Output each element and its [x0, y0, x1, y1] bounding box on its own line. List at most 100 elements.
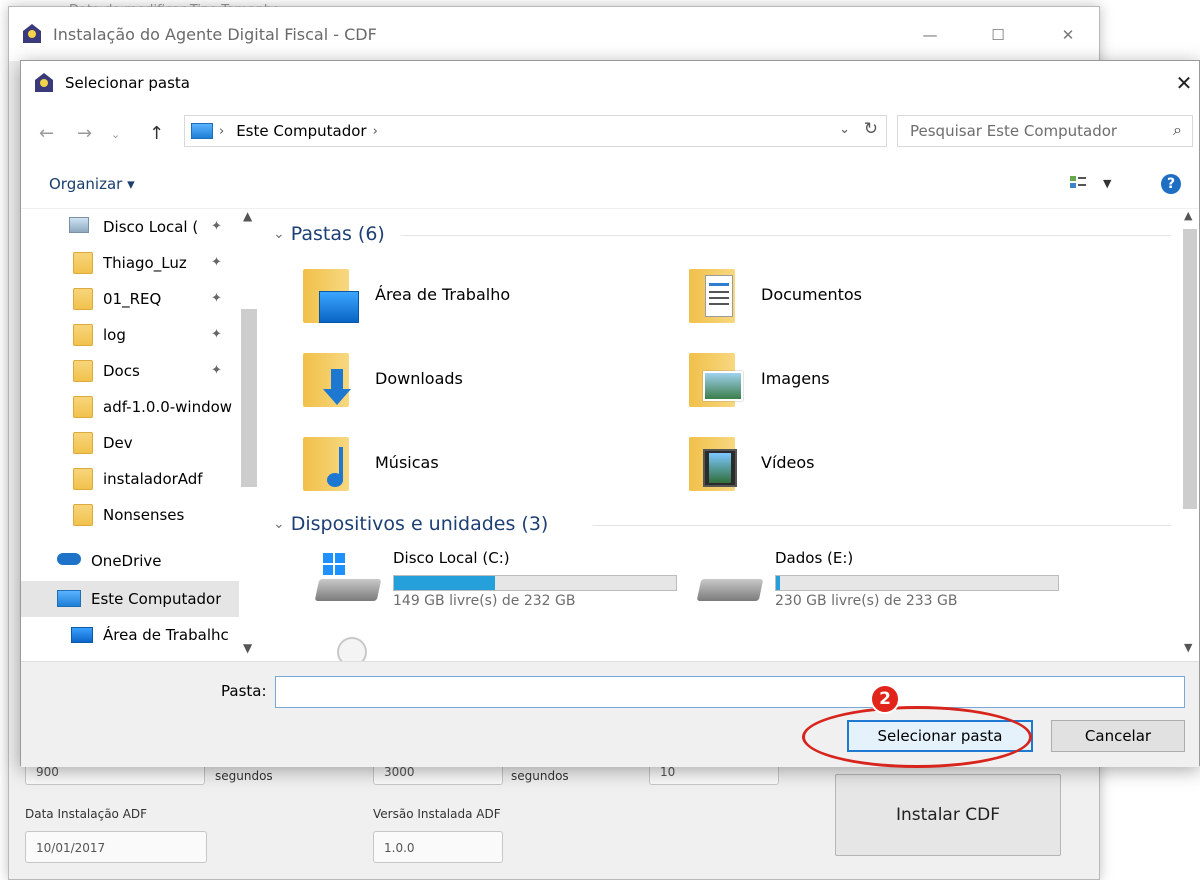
drive-name: Dados (E:)	[775, 549, 854, 567]
recent-dropdown-icon[interactable]: ⌄	[111, 128, 120, 141]
breadcrumb-este-computador[interactable]: Este Computador	[236, 122, 366, 140]
folder-tile-videos[interactable]: Vídeos	[687, 427, 1047, 497]
nav-item-adf[interactable]: adf-1.0.0-window	[21, 389, 239, 425]
folder-name: Músicas	[375, 452, 439, 472]
drive-tile-c[interactable]: Disco Local (C:) 149 GB livre(s) de 232 …	[314, 549, 687, 619]
maximize-icon[interactable]: ☐	[975, 17, 1021, 53]
close-icon[interactable]: ✕	[1045, 17, 1091, 53]
nav-item-nonsenses[interactable]: Nonsenses	[21, 497, 239, 533]
content-pane: ⌄ Pastas (6) Área de Trabalho Documentos…	[259, 209, 1181, 661]
nav-label: Área de Trabalhc	[103, 626, 229, 644]
nav-item-este-computador[interactable]: Este Computador	[21, 581, 239, 617]
content-scrollbar-thumb[interactable]	[1183, 229, 1197, 509]
pictures-folder-icon	[687, 347, 743, 407]
dialog-title: Selecionar pasta	[65, 74, 190, 92]
content-scrollbar[interactable]: ▲ ▼	[1181, 209, 1199, 661]
folder-tile-area-de-trabalho[interactable]: Área de Trabalho	[301, 259, 661, 329]
collapse-chevron-icon[interactable]: ⌄	[273, 516, 285, 532]
computer-icon	[191, 123, 213, 139]
nav-item-disco-local[interactable]: Disco Local ( ✦	[21, 209, 239, 245]
scroll-down-icon[interactable]: ▼	[243, 641, 252, 655]
collapse-chevron-icon[interactable]: ⌄	[273, 226, 285, 242]
scroll-up-icon[interactable]: ▲	[1184, 209, 1192, 222]
organize-menu[interactable]: Organizar ▾	[49, 175, 135, 193]
nav-label: Docs	[103, 362, 140, 380]
downloads-folder-icon	[301, 347, 355, 407]
folder-icon	[73, 324, 93, 346]
view-dropdown-icon[interactable]: ▼	[1103, 177, 1111, 190]
folder-name: Downloads	[375, 368, 463, 388]
group-divider	[593, 525, 1171, 526]
folder-name: Vídeos	[761, 452, 815, 472]
folder-input[interactable]	[275, 676, 1185, 708]
breadcrumb-separator-2[interactable]: ›	[373, 124, 378, 139]
drive-tile-e[interactable]: Dados (E:) 230 GB livre(s) de 233 GB	[696, 549, 1069, 619]
screen: Data de modificar Tipo Tamanho Instalaçã…	[0, 0, 1200, 880]
scroll-down-icon[interactable]: ▼	[1184, 641, 1192, 654]
nav-label: Este Computador	[91, 590, 222, 608]
timeout-unit-1: segundos	[215, 769, 273, 783]
onedrive-icon	[57, 553, 81, 565]
nav-item-dev[interactable]: Dev	[21, 425, 239, 461]
nav-item-instalador[interactable]: instaladorAdf	[21, 461, 239, 497]
drive-usage-bar	[775, 575, 1059, 591]
address-bar[interactable]: › Este Computador › ⌄ ↻	[184, 115, 887, 147]
drive-free-text: 230 GB livre(s) de 233 GB	[775, 593, 958, 609]
refresh-icon[interactable]: ↻	[864, 119, 878, 139]
folder-name: Imagens	[761, 368, 830, 388]
folder-icon	[73, 432, 93, 454]
drive-usage-bar	[393, 575, 677, 591]
install-date-label: Data Instalação ADF	[25, 807, 148, 821]
nav-item-01-req[interactable]: 01_REQ ✦	[21, 281, 239, 317]
install-cdf-button[interactable]: Instalar CDF	[835, 774, 1061, 856]
version-field[interactable]: 1.0.0	[373, 831, 503, 863]
search-input[interactable]: Pesquisar Este Computador ⌕	[897, 115, 1193, 147]
folder-label: Pasta:	[221, 682, 267, 700]
up-arrow-icon[interactable]: ↑	[149, 123, 164, 144]
help-icon[interactable]: ?	[1161, 174, 1181, 194]
drive-usage-fill	[776, 576, 780, 590]
minimize-icon[interactable]: —	[907, 17, 953, 53]
step-badge: 2	[870, 684, 900, 714]
nav-label: Thiago_Luz	[103, 254, 187, 272]
nav-item-area-de-trabalho[interactable]: Área de Trabalhc	[21, 617, 239, 653]
folder-tile-musicas[interactable]: Músicas	[301, 427, 661, 497]
folder-icon	[73, 288, 93, 310]
back-arrow-icon[interactable]: ←	[39, 123, 54, 144]
nav-scrollbar[interactable]: ▲ ▼	[239, 209, 259, 661]
cancel-button[interactable]: Cancelar	[1051, 720, 1185, 752]
folder-icon	[73, 252, 93, 274]
app-icon	[33, 72, 55, 94]
nav-item-thiago-luz[interactable]: Thiago_Luz ✦	[21, 245, 239, 281]
drives-group-heading[interactable]: ⌄ Dispositivos e unidades (3)	[273, 513, 548, 535]
version-label: Versão Instalada ADF	[373, 807, 501, 821]
folders-group-heading[interactable]: ⌄ Pastas (6)	[273, 223, 385, 245]
nav-item-log[interactable]: log ✦	[21, 317, 239, 353]
app-icon	[21, 23, 43, 45]
folder-tile-documentos[interactable]: Documentos	[687, 259, 1047, 329]
pin-icon[interactable]: ✦	[211, 219, 222, 234]
nav-label: Dev	[103, 434, 133, 452]
nav-item-docs[interactable]: Docs ✦	[21, 353, 239, 389]
pin-icon[interactable]: ✦	[211, 291, 222, 306]
search-icon[interactable]: ⌕	[1173, 120, 1182, 140]
forward-arrow-icon[interactable]: →	[77, 123, 92, 144]
folder-tile-downloads[interactable]: Downloads	[301, 343, 661, 413]
nav-label: Nonsenses	[103, 506, 185, 524]
view-options-icon[interactable]	[1069, 175, 1087, 193]
nav-item-onedrive[interactable]: OneDrive	[21, 543, 239, 579]
nav-label: 01_REQ	[103, 290, 162, 308]
pin-icon[interactable]: ✦	[211, 327, 222, 342]
pin-icon[interactable]: ✦	[211, 255, 222, 270]
nav-label: instaladorAdf	[103, 470, 203, 488]
scroll-up-icon[interactable]: ▲	[243, 209, 252, 223]
dialog-close-icon[interactable]: ✕	[1169, 67, 1199, 99]
navigation-bar: ← → ⌄ ↑ › Este Computador › ⌄ ↻ Pesquisa…	[21, 105, 1199, 163]
install-date-field[interactable]: 10/01/2017	[25, 831, 207, 863]
nav-scrollbar-thumb[interactable]	[241, 309, 257, 487]
address-dropdown-icon[interactable]: ⌄	[839, 122, 850, 137]
folder-name: Área de Trabalho	[375, 284, 511, 304]
pin-icon[interactable]: ✦	[211, 363, 222, 378]
folder-tile-imagens[interactable]: Imagens	[687, 343, 1047, 413]
computer-icon	[57, 590, 81, 607]
